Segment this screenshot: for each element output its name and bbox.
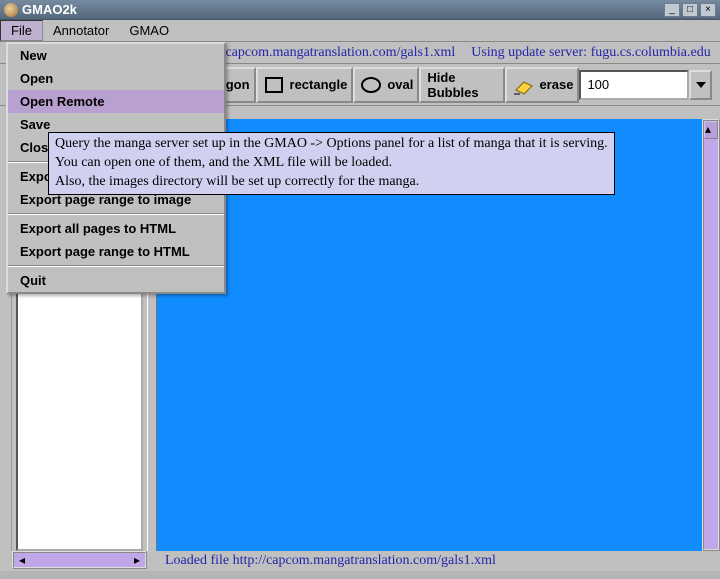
- erase-size-input[interactable]: [579, 70, 689, 100]
- scroll-right-icon[interactable]: ▸: [129, 553, 145, 567]
- titlebar: GMAO2k _ □ ×: [0, 0, 720, 20]
- tooltip-line-3: Also, the images directory will be set u…: [55, 173, 608, 192]
- hide-bubbles-button[interactable]: Hide Bubbles: [419, 67, 505, 103]
- erase-icon: [507, 69, 539, 101]
- app-icon: [4, 3, 18, 17]
- scroll-up-arrow[interactable]: ▴: [704, 121, 718, 139]
- oval-icon: [355, 69, 387, 101]
- rectangle-icon: [258, 69, 290, 101]
- file-quit[interactable]: Quit: [8, 269, 224, 292]
- file-open-remote[interactable]: Open Remote: [8, 90, 224, 113]
- file-export-html[interactable]: Export all pages to HTML: [8, 217, 224, 240]
- window-title: GMAO2k: [22, 2, 664, 17]
- hide-bubbles-label: Hide Bubbles: [427, 70, 497, 100]
- tooltip-line-2: You can open one of them, and the XML fi…: [55, 154, 608, 173]
- menu-file[interactable]: File: [0, 20, 43, 41]
- menu-separator: [8, 265, 224, 267]
- rectangle-button[interactable]: rectangle: [256, 67, 354, 103]
- file-open[interactable]: Open: [8, 67, 224, 90]
- oval-button[interactable]: oval: [353, 67, 419, 103]
- minimize-button[interactable]: _: [664, 3, 680, 17]
- erase-button[interactable]: erase: [505, 67, 579, 103]
- vertical-scrollbar[interactable]: ▴: [702, 119, 720, 551]
- menu-annotator[interactable]: Annotator: [43, 20, 119, 41]
- menubar: File Annotator GMAO: [0, 20, 720, 42]
- thumb-hscroll[interactable]: ◂ ▸: [12, 551, 147, 569]
- status-text: Loaded file http://capcom.mangatranslati…: [165, 553, 496, 569]
- open-remote-tooltip: Query the manga server set up in the GMA…: [48, 132, 615, 195]
- hscroll-row: ◂ ▸ Loaded file http://capcom.mangatrans…: [0, 551, 720, 571]
- file-new[interactable]: New: [8, 44, 224, 67]
- statusbar: Loaded file http://capcom.mangatranslati…: [157, 551, 720, 571]
- menu-separator: [8, 213, 224, 215]
- erase-label: erase: [539, 77, 573, 92]
- scroll-left-icon[interactable]: ◂: [14, 553, 30, 567]
- close-button[interactable]: ×: [700, 3, 716, 17]
- maximize-button[interactable]: □: [682, 3, 698, 17]
- chevron-down-icon: [696, 82, 706, 88]
- file-export-range-html[interactable]: Export page range to HTML: [8, 240, 224, 263]
- rectangle-label: rectangle: [290, 77, 348, 92]
- url-text: http://capcom.mangatranslation.com/gals1…: [192, 45, 455, 61]
- oval-label: oval: [387, 77, 413, 92]
- update-server-text: Using update server: fugu.cs.columbia.ed…: [471, 45, 711, 61]
- menu-gmao[interactable]: GMAO: [119, 20, 179, 41]
- tooltip-line-1: Query the manga server set up in the GMA…: [55, 135, 608, 154]
- erase-size-dropdown[interactable]: [689, 70, 712, 100]
